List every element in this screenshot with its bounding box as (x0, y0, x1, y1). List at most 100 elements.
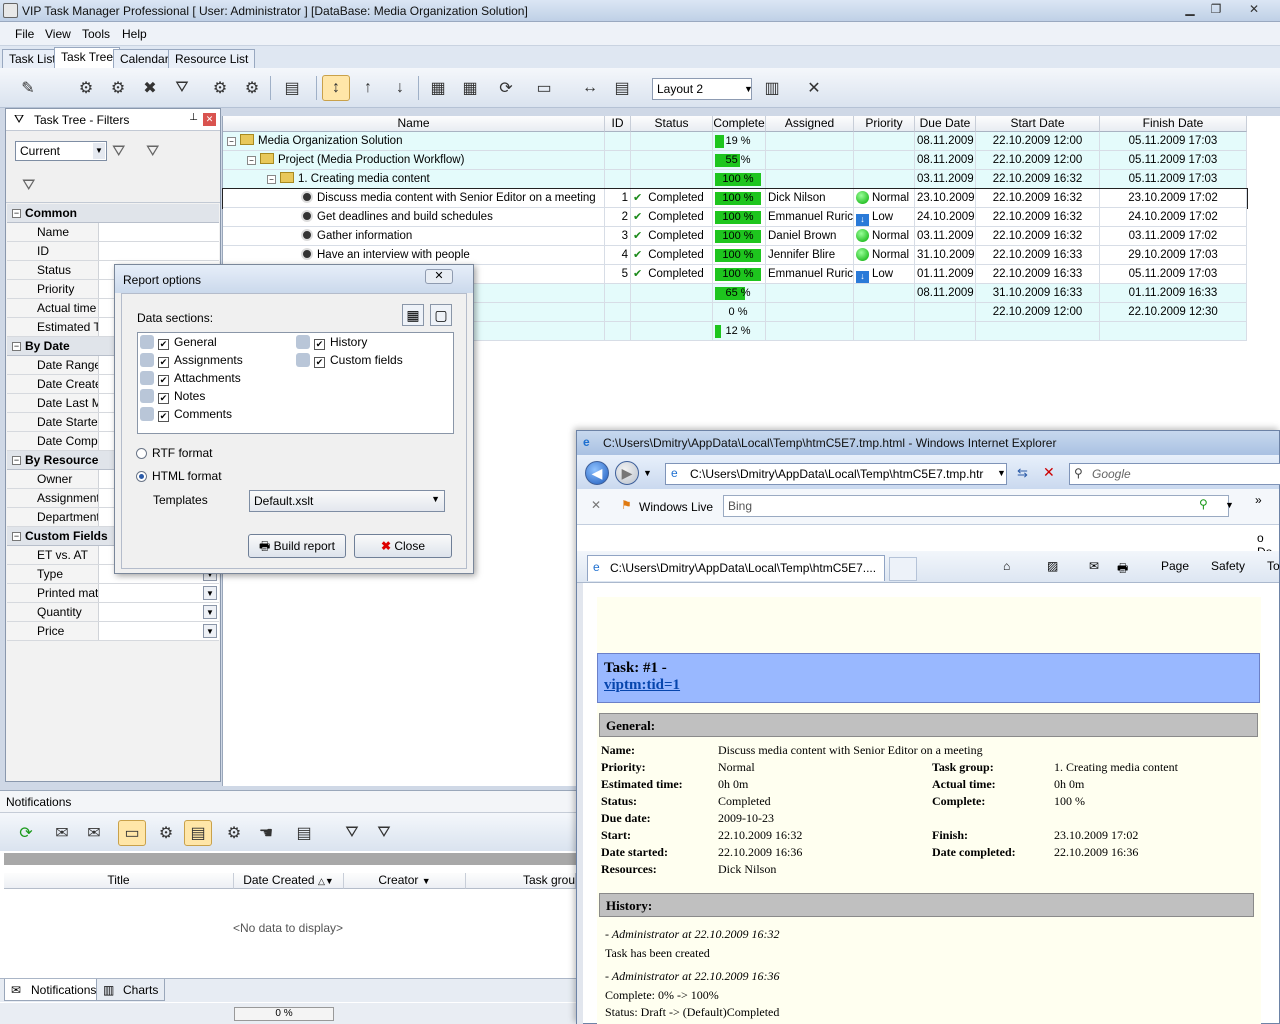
section-checkbox[interactable]: ✔History (296, 335, 367, 350)
menu-tools[interactable]: Tools (82, 27, 110, 41)
menu-view[interactable]: View (45, 27, 71, 41)
rtf-format-radio[interactable]: RTF format (136, 446, 212, 460)
menu-help[interactable]: Help (122, 27, 147, 41)
column-header-complete[interactable]: Complete (713, 116, 766, 132)
menu-file[interactable]: File (15, 27, 34, 41)
tab-calendar[interactable]: Calendar (113, 49, 176, 68)
table-row[interactable]: Get deadlines and build schedules2✔Compl… (223, 208, 1247, 227)
save-filter-icon[interactable]: ⛛ (146, 143, 159, 161)
inbox-icon[interactable]: ▭ (118, 820, 146, 846)
table-row[interactable]: Have an interview with people4✔Completed… (223, 246, 1247, 265)
table-row[interactable]: −Media Organization Solution19 %08.11.20… (223, 132, 1247, 151)
apply-filter-icon[interactable]: ⛛ (112, 143, 125, 161)
subtree-icon[interactable]: ▦ (456, 75, 484, 101)
column-header-id[interactable]: ID (605, 116, 631, 132)
tab-charts[interactable]: ▥Charts (96, 979, 165, 1001)
deselect-all-icon[interactable]: ▢ (430, 304, 452, 326)
print-icon[interactable]: ▤ (290, 820, 318, 846)
select-all-icon[interactable]: ▦ (402, 304, 424, 326)
check-icon[interactable]: ✔ (158, 339, 169, 350)
delete-task-icon[interactable]: ✖ (136, 75, 164, 101)
col-creator[interactable]: Creator ▼ (344, 873, 466, 889)
settings-icon[interactable]: ⚙ (152, 820, 180, 846)
view-icon[interactable]: ▤ (184, 820, 212, 846)
column-header-status[interactable]: Status (631, 116, 713, 132)
tools-menu[interactable]: To (1267, 559, 1280, 573)
column-header-due[interactable]: Due Date (915, 116, 976, 132)
home-icon[interactable]: ⌂ (1003, 559, 1010, 573)
dialog-close-button[interactable]: ✕ (425, 269, 453, 284)
collapse-icon[interactable]: − (12, 342, 21, 351)
build-report-button[interactable]: 🖶 Build report (248, 534, 346, 558)
layout-select[interactable]: Layout 2 (652, 78, 752, 100)
filter-current-select[interactable]: Current▼ (15, 141, 107, 161)
column-header-finish[interactable]: Finish Date (1100, 116, 1247, 132)
task-link[interactable]: viptm:tid=1 (604, 677, 1259, 694)
chevron-down-icon[interactable]: ▼ (744, 80, 752, 98)
feeds-icon[interactable]: ▨ (1047, 559, 1058, 573)
filter-field[interactable]: ID (7, 242, 219, 261)
check-icon[interactable]: ✔ (314, 339, 325, 350)
tab-notifications[interactable]: ✉Notifications (4, 979, 103, 1001)
export-icon[interactable]: ▭ (530, 75, 558, 101)
windows-live-label[interactable]: Windows Live (639, 500, 713, 514)
check-icon[interactable]: ✔ (314, 357, 325, 368)
column-header-assigned[interactable]: Assigned (766, 116, 854, 132)
filter-field[interactable]: Printed mate▼ (7, 584, 219, 603)
browser-scrollbar[interactable] (577, 583, 583, 1024)
refresh-icon[interactable]: ⟳ (12, 820, 40, 846)
pin-icon[interactable]: ⊥ (189, 112, 198, 123)
table-row[interactable]: −Project (Media Production Workflow)55 %… (223, 151, 1247, 170)
close-button[interactable]: ✖ Close (354, 534, 452, 558)
refresh-icon[interactable]: ⟳ (492, 75, 520, 101)
chevron-down-icon[interactable]: ▼ (203, 586, 217, 600)
collapse-icon[interactable]: − (12, 456, 21, 465)
close-icon[interactable]: ✕ (203, 113, 216, 126)
close-button[interactable]: ✕ (1242, 2, 1266, 18)
more-icon[interactable]: » (1255, 493, 1262, 507)
col-title[interactable]: Title (4, 873, 234, 889)
table-row[interactable]: Discuss media content with Senior Editor… (223, 189, 1247, 208)
collapse-icon[interactable]: − (267, 175, 276, 184)
collapse-icon[interactable]: − (247, 156, 256, 165)
print-icon[interactable]: ▤ (608, 75, 636, 101)
report-icon[interactable]: ▤ (278, 75, 306, 101)
clear-filter-icon[interactable]: ⛛ (22, 177, 35, 195)
move-up-icon[interactable]: ↑ (354, 75, 382, 101)
section-checkbox[interactable]: ✔Assignments (140, 353, 243, 368)
templates-select[interactable]: Default.xslt▼ (249, 490, 445, 512)
section-checkbox[interactable]: ✔Custom fields (296, 353, 403, 368)
safety-menu[interactable]: Safety (1211, 559, 1245, 573)
back-icon[interactable]: ◀ (585, 461, 609, 485)
task-icon[interactable]: ⚙ (220, 820, 248, 846)
move-down-icon[interactable]: ↓ (386, 75, 414, 101)
close-toolbar-icon[interactable]: ✕ (591, 498, 601, 512)
filter-field[interactable]: Quantity▼ (7, 603, 219, 622)
html-format-radio[interactable]: HTML format (136, 469, 222, 483)
section-checkbox[interactable]: ✔Notes (140, 389, 205, 404)
forward-icon[interactable]: ▶ (615, 461, 639, 485)
chevron-down-icon[interactable]: ▼ (1225, 500, 1234, 510)
section-checkbox[interactable]: ✔Comments (140, 407, 232, 422)
table-row[interactable]: Gather information3✔Completed100 %Daniel… (223, 227, 1247, 246)
check-icon[interactable]: ✔ (158, 375, 169, 386)
column-header-priority[interactable]: Priority (854, 116, 915, 132)
read-icon[interactable]: ✉ (48, 820, 76, 846)
tab-task-tree[interactable]: Task Tree (54, 47, 120, 68)
check-icon[interactable]: ✔ (158, 393, 169, 404)
edit-task-icon[interactable]: ⚙ (72, 75, 100, 101)
chevron-down-icon[interactable]: ▼ (203, 605, 217, 619)
minimize-button[interactable]: ▁ (1178, 2, 1202, 18)
section-checkbox[interactable]: ✔General (140, 335, 217, 350)
column-header-name[interactable]: Name (223, 116, 605, 132)
bing-search-input[interactable]: Bing (723, 495, 1229, 517)
column-width-icon[interactable]: ↔ (576, 75, 604, 101)
new-task-icon[interactable]: ✎ (14, 75, 42, 101)
filter-field[interactable]: Price▼ (7, 622, 219, 641)
priority-icon[interactable]: ⚙ (238, 75, 266, 101)
column-header-start[interactable]: Start Date (976, 116, 1100, 132)
layout-save-icon[interactable]: ▥ (758, 75, 786, 101)
col-task-group[interactable]: Task grou (466, 873, 576, 889)
assign-icon[interactable]: ⚙ (206, 75, 234, 101)
task-properties-icon[interactable]: ⚙ (104, 75, 132, 101)
